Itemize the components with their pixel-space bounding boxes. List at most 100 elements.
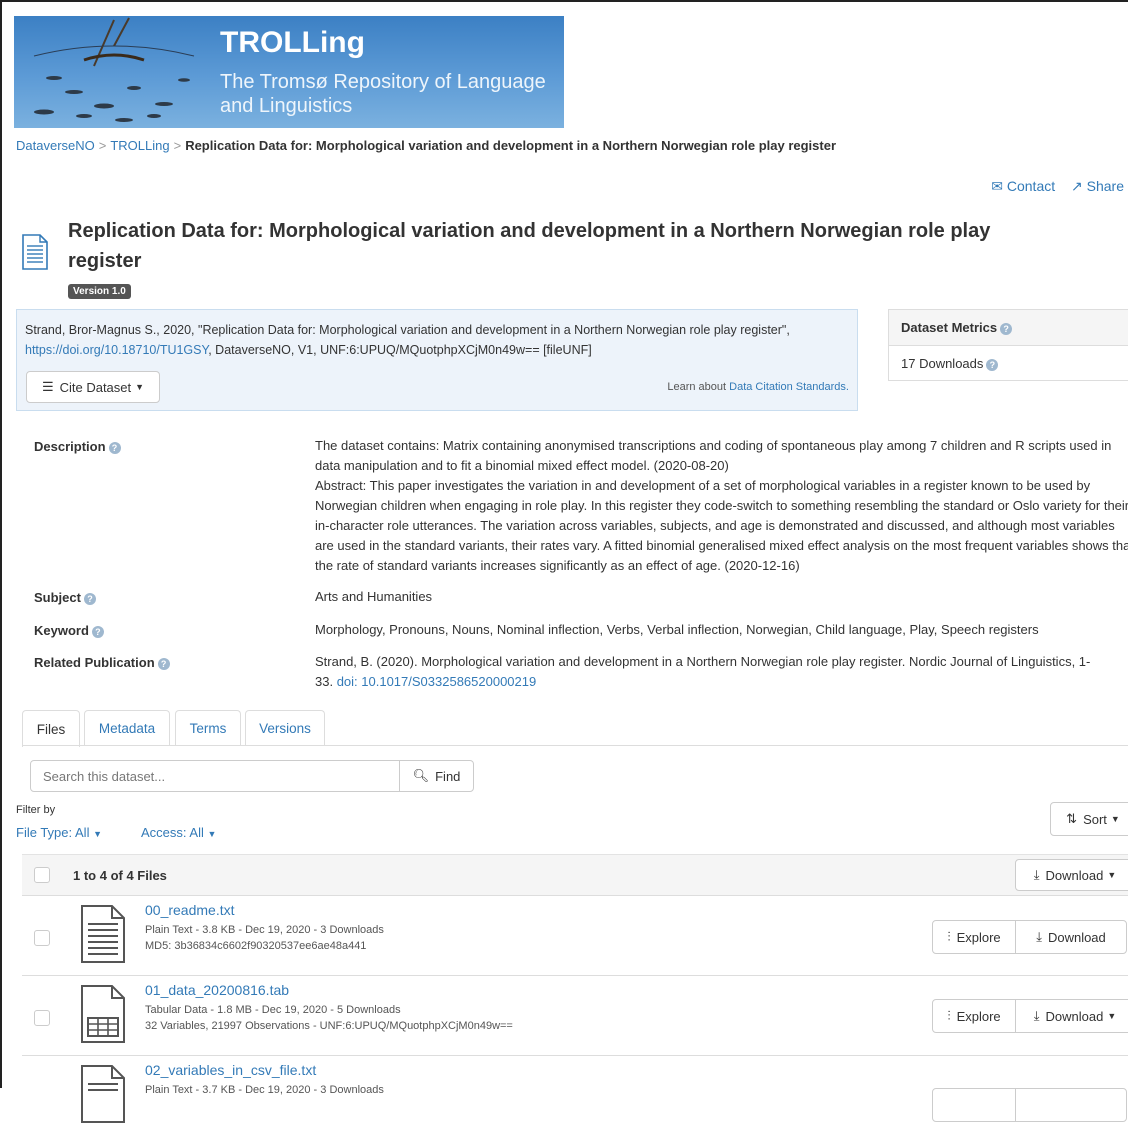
citation-box: Strand, Bror-Magnus S., 2020, "Replicati… (16, 309, 858, 411)
sort-label: Sort (1083, 811, 1107, 827)
download-all-label: Download (1045, 867, 1104, 883)
share-link[interactable]: ↗ Share (1071, 178, 1124, 194)
download-icon: ⤓ (1033, 1008, 1040, 1023)
keyword-label: Keyword? (34, 623, 104, 638)
file-checksum: MD5: 3b36834c6602f90320537ee6ae48a441 (145, 940, 367, 952)
file-row: 00_readme.txt Plain Text - 3.8 KB - Dec … (22, 896, 1128, 976)
file-name-link[interactable]: 02_variables_in_csv_file.txt (145, 1062, 316, 1078)
help-icon[interactable]: ? (83, 592, 96, 605)
files-count: 1 to 4 of 4 Files (73, 868, 167, 883)
banner-fish-illustration (33, 17, 195, 122)
file-type-label: File Type: All (16, 825, 90, 840)
file-name-link[interactable]: 01_data_20200816.tab (145, 982, 289, 998)
metrics-header-label: Dataset Metrics (901, 320, 998, 335)
file-row: 01_data_20200816.tab Tabular Data - 1.8 … (22, 976, 1128, 1056)
find-button[interactable]: 🔍︎ Find (399, 760, 474, 792)
download-dropdown-button[interactable]: ⤓ Download ▼ (1015, 999, 1128, 1033)
file-info: Plain Text - 3.8 KB - Dec 19, 2020 - 3 D… (145, 922, 384, 954)
file-info-line: Plain Text - 3.7 KB - Dec 19, 2020 - 3 D… (145, 1084, 384, 1096)
list-icon: ☰ (41, 379, 54, 394)
explore-label: Explore (956, 929, 1001, 945)
breadcrumb-separator: > (98, 138, 107, 153)
data-citation-standards-link[interactable]: Data Citation Standards. (729, 381, 849, 393)
dataset-document-icon (22, 234, 48, 270)
caret-down-icon: ▼ (93, 829, 103, 839)
file-checkbox[interactable] (34, 1010, 50, 1026)
file-info: Plain Text - 3.7 KB - Dec 19, 2020 - 3 D… (145, 1082, 384, 1098)
file-row: 02_variables_in_csv_file.txt Plain Text … (22, 1056, 1128, 1123)
file-name-link[interactable]: 00_readme.txt (145, 902, 235, 918)
download-label: Download (1045, 1008, 1104, 1024)
text-file-icon (81, 905, 125, 963)
download-icon: ⤓ (1033, 867, 1040, 882)
metrics-body: 17 Downloads? (889, 346, 1128, 381)
help-icon[interactable]: ? (108, 441, 121, 454)
share-label: Share (1086, 178, 1124, 194)
download-icon: ⤓ (1036, 929, 1042, 944)
tab-metadata[interactable]: Metadata (84, 710, 170, 746)
tabs-divider (22, 745, 1128, 746)
contact-label: Contact (1006, 178, 1056, 194)
download-all-button[interactable]: ⤓ Download ▼ (1015, 859, 1128, 891)
access-label: Access: All (141, 825, 204, 840)
envelope-icon: ✉ (991, 178, 1003, 194)
learn-prefix: Learn about (667, 381, 730, 393)
breadcrumb-current: Replication Data for: Morphological vari… (185, 138, 837, 153)
description-label: Description? (34, 439, 121, 454)
abstract-text: Abstract: This paper investigates the va… (315, 478, 1128, 573)
caret-down-icon: ▼ (1107, 1011, 1117, 1021)
download-button[interactable]: ⤓ Download (1015, 920, 1127, 954)
top-actions: ✉ Contact ↗ Share (979, 178, 1124, 195)
files-table-header: 1 to 4 of 4 Files ⤓ Download ▼ (22, 854, 1128, 896)
learn-citation-standards: Learn about Data Citation Standards. (667, 381, 849, 393)
citation-text-after: , DataverseNO, V1, UNF:6:UPUQ/MQuotphpXC… (208, 343, 592, 357)
breadcrumb-separator: > (173, 138, 182, 153)
download-label: Download (1047, 929, 1106, 945)
file-info: Tabular Data - 1.8 MB - Dec 19, 2020 - 5… (145, 1002, 513, 1034)
contact-link[interactable]: ✉ Contact (991, 178, 1055, 194)
cite-dataset-button[interactable]: ☰ Cite Dataset ▼ (26, 371, 160, 403)
sort-button[interactable]: ⇅ Sort ▼ (1050, 802, 1128, 836)
related-publication-doi-link[interactable]: doi: 10.1017/S0332586520000219 (337, 674, 537, 689)
explore-button[interactable] (932, 1088, 1016, 1122)
explore-button[interactable]: ⫶ Explore (932, 920, 1016, 954)
description-value: The dataset contains: Matrix containing … (315, 436, 1128, 576)
file-type-filter[interactable]: File Type: All ▼ (16, 825, 102, 840)
tab-files[interactable]: Files (22, 710, 80, 747)
tab-terms[interactable]: Terms (175, 710, 241, 746)
caret-down-icon: ▼ (1107, 870, 1117, 880)
help-icon[interactable]: ? (1000, 322, 1013, 335)
help-icon[interactable]: ? (157, 657, 170, 670)
banner-title: TROLLing (220, 26, 365, 59)
help-icon[interactable]: ? (91, 625, 104, 638)
access-filter[interactable]: Access: All ▼ (141, 825, 216, 840)
caret-down-icon: ▼ (207, 829, 217, 839)
search-input[interactable]: Search this dataset... (30, 760, 400, 792)
sort-icon: ⇅ (1066, 811, 1078, 826)
explore-icon: ⫶ (947, 929, 951, 944)
breadcrumb-dataverseno[interactable]: DataverseNO (16, 138, 95, 153)
related-publication-label: Related Publication? (34, 655, 170, 670)
related-publication-value: Strand, B. (2020). Morphological variati… (315, 652, 1105, 692)
description-text: The dataset contains: Matrix containing … (315, 438, 1112, 473)
file-info-line: Tabular Data - 1.8 MB - Dec 19, 2020 - 5… (145, 1004, 401, 1016)
select-all-checkbox[interactable] (34, 867, 50, 883)
file-info-line: Plain Text - 3.8 KB - Dec 19, 2020 - 3 D… (145, 924, 384, 936)
text-file-icon (81, 1065, 125, 1123)
repository-banner[interactable]: TROLLing The Tromsø Repository of Langua… (14, 16, 564, 128)
breadcrumb-trolling[interactable]: TROLLing (110, 138, 169, 153)
cite-dataset-label: Cite Dataset (59, 379, 132, 395)
dataset-metrics-panel: Dataset Metrics? 17 Downloads? (888, 309, 1128, 381)
search-icon: 🔍︎ (412, 768, 430, 783)
explore-button[interactable]: ⫶ Explore (932, 999, 1016, 1033)
file-checkbox[interactable] (34, 930, 50, 946)
find-label: Find (435, 768, 461, 784)
download-button[interactable] (1015, 1088, 1127, 1122)
filter-by-label: Filter by (16, 804, 56, 816)
subject-value: Arts and Humanities (315, 589, 433, 604)
caret-down-icon: ▼ (135, 382, 145, 392)
help-icon[interactable]: ? (986, 358, 999, 371)
banner-subtitle: The Tromsø Repository of Language and Li… (220, 71, 546, 117)
tab-versions[interactable]: Versions (245, 710, 325, 746)
citation-doi-link[interactable]: https://doi.org/10.18710/TU1GSY (25, 343, 208, 357)
